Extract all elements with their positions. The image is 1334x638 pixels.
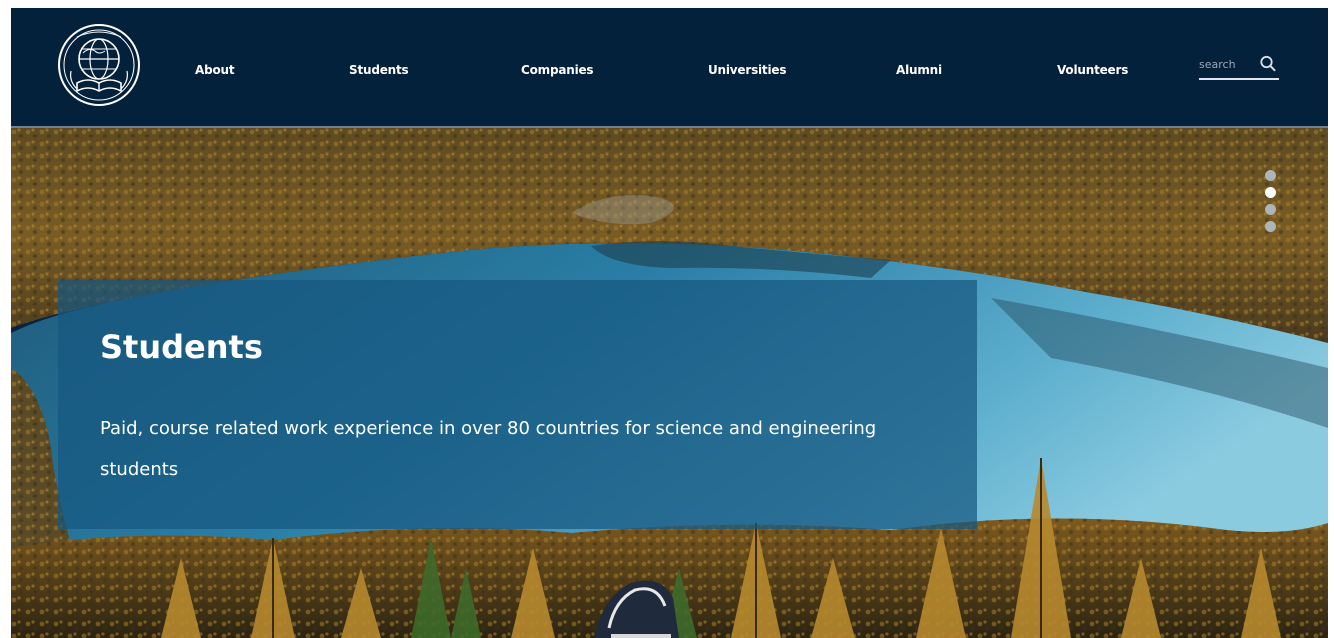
nav-link-alumni[interactable]: Alumni xyxy=(896,60,942,80)
organization-globe-book-logo-icon xyxy=(58,24,140,106)
slider-dot-1[interactable] xyxy=(1265,170,1276,181)
slider-dot-2-active[interactable] xyxy=(1265,187,1276,198)
slider-pagination xyxy=(1264,170,1278,236)
nav-link-companies[interactable]: Companies xyxy=(521,60,594,80)
search-box xyxy=(1199,52,1279,80)
page-frame: About Students Companies Universities Al… xyxy=(11,8,1328,638)
nav-link-universities[interactable]: Universities xyxy=(708,60,786,80)
top-navigation-bar: About Students Companies Universities Al… xyxy=(11,8,1328,128)
home-logo-link[interactable] xyxy=(57,23,141,107)
hero-slider: Students Paid, course related work exper… xyxy=(11,128,1328,638)
slider-dot-3[interactable] xyxy=(1265,204,1276,215)
nav-link-volunteers[interactable]: Volunteers xyxy=(1057,60,1128,80)
search-icon xyxy=(1260,55,1276,72)
hero-caption-panel: Students Paid, course related work exper… xyxy=(58,280,977,529)
nav-link-about[interactable]: About xyxy=(195,60,235,80)
nav-link-students[interactable]: Students xyxy=(349,60,409,80)
hero-description: Paid, course related work experience in … xyxy=(100,418,877,480)
hero-title: Students xyxy=(100,328,263,366)
slider-dot-4[interactable] xyxy=(1265,221,1276,232)
search-input[interactable] xyxy=(1199,54,1249,74)
search-button[interactable] xyxy=(1259,54,1277,74)
